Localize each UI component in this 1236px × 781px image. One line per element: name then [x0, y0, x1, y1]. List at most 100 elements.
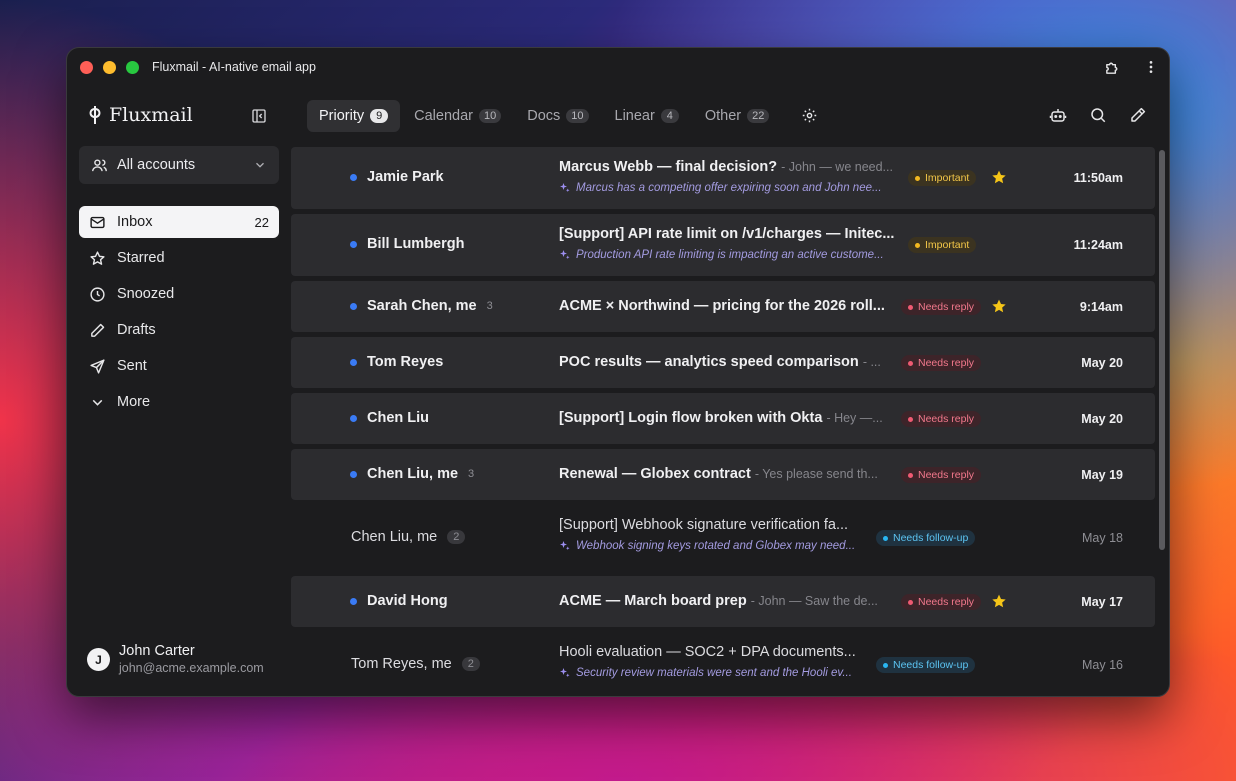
email-sender: Chen Liu, me 3 — [367, 466, 474, 482]
email-row[interactable]: Chen Liu, me 2 [Support] Webhook signature… — [291, 505, 1155, 571]
tab-count-badge: 10 — [566, 109, 589, 123]
chevron-down-icon — [89, 394, 106, 411]
window-title: Fluxmail - AI-native email app — [152, 60, 316, 74]
email-date: 11:24am — [1073, 238, 1123, 252]
email-subject: Marcus Webb — final decision? — [559, 159, 778, 175]
account-switcher-label: All accounts — [117, 157, 196, 173]
email-row[interactable]: Tom Reyes POC results — analytics speed c… — [291, 337, 1155, 388]
kebab-menu-icon[interactable] — [1142, 58, 1160, 76]
tab-docs[interactable]: Docs 10 — [515, 100, 600, 132]
email-subject: ACME × Northwind — pricing for the 2026 … — [559, 298, 885, 314]
email-date: May 18 — [1082, 531, 1123, 545]
sidebar-item-starred[interactable]: Starred — [79, 242, 279, 274]
status-dot — [883, 535, 888, 541]
fluxmail-logo-icon — [89, 106, 101, 124]
unread-dot — [350, 303, 357, 310]
tab-linear[interactable]: Linear 4 — [603, 100, 691, 132]
account-switcher[interactable]: All accounts — [79, 146, 279, 184]
tab-count-badge: 9 — [370, 109, 389, 123]
sender-name: Bill Lumbergh — [367, 236, 465, 252]
email-row[interactable]: Chen Liu [Support] Login flow broken with… — [291, 393, 1155, 444]
sender-name: Chen Liu, me — [367, 466, 459, 482]
mail-folders-nav: Inbox 22 Starred Snoozed Drafts Sent More — [79, 206, 279, 422]
sidebar-item-snoozed[interactable]: Snoozed — [79, 278, 279, 310]
thread-count: 2 — [461, 657, 480, 671]
email-sender: Chen Liu — [367, 410, 429, 426]
email-snippet: - Hey —... — [826, 411, 883, 425]
email-sender: Tom Reyes — [367, 354, 443, 370]
status-dot — [908, 416, 913, 422]
status-badge: Needs reply — [901, 594, 982, 610]
header-actions — [1049, 106, 1147, 124]
ai-summary: Marcus has a competing offer expiring so… — [559, 182, 896, 194]
star-icon — [89, 250, 106, 267]
sidebar-item-drafts[interactable]: Drafts — [79, 314, 279, 346]
tab-other[interactable]: Other 22 — [693, 100, 782, 132]
email-row[interactable]: Chen Liu, me 3 Renewal — Globex contract -… — [291, 449, 1155, 500]
sidebar-item-sent[interactable]: Sent — [79, 350, 279, 382]
maximize-window-button[interactable] — [126, 61, 139, 74]
email-snippet: - John — Saw the de... — [750, 594, 878, 608]
sender-name: David Hong — [367, 593, 448, 609]
tab-calendar[interactable]: Calendar 10 — [402, 100, 513, 132]
unread-dot — [350, 598, 357, 605]
minimize-window-button[interactable] — [103, 61, 116, 74]
tab-label: Linear — [614, 108, 655, 124]
close-window-button[interactable] — [80, 61, 93, 74]
tab-label: Priority — [319, 108, 365, 124]
email-subject: [Support] Login flow broken with Okta — [559, 410, 823, 426]
gear-icon[interactable] — [801, 107, 819, 125]
status-dot — [908, 472, 913, 478]
tab-priority[interactable]: Priority 9 — [307, 100, 401, 132]
email-snippet: - Yes please send th... — [754, 467, 878, 481]
status-dot — [883, 662, 888, 668]
sparkle-icon — [559, 182, 571, 194]
email-snippet: - John — we need... — [781, 160, 893, 174]
status-label: Needs reply — [918, 357, 975, 369]
ai-summary: Webhook signing keys rotated and Globex … — [559, 540, 864, 552]
starred-icon[interactable] — [991, 298, 1007, 314]
email-row[interactable]: Bill Lumbergh [Support] API rate limit on… — [291, 214, 1155, 276]
sender-name: Tom Reyes — [367, 354, 444, 370]
email-subject-line: [Support] API rate limit on /v1/charges … — [559, 226, 896, 242]
email-row[interactable]: Sarah Chen, me 3 ACME × Northwind — pricin… — [291, 281, 1155, 332]
email-date: May 19 — [1081, 468, 1123, 482]
unread-count: 22 — [254, 214, 269, 230]
thread-count: 2 — [447, 530, 466, 544]
email-subject: [Support] API rate limit on /v1/charges … — [559, 226, 895, 242]
user-email: john@acme.example.com — [119, 661, 264, 675]
clock-icon — [89, 286, 106, 303]
extensions-icon[interactable] — [1103, 58, 1121, 76]
user-profile[interactable]: J John Carter john@acme.example.com — [87, 643, 264, 676]
sidebar-item-label: Sent — [117, 358, 147, 374]
unread-dot — [350, 359, 357, 366]
sidebar-toggle-icon[interactable] — [251, 108, 269, 126]
ai-summary: Production API rate limiting is impactin… — [559, 249, 896, 261]
starred-icon[interactable] — [991, 593, 1007, 609]
email-list: Jamie Park Marcus Webb — final decision? … — [291, 147, 1157, 696]
email-list-scrollbar[interactable] — [1159, 150, 1165, 550]
email-row[interactable]: Tom Reyes, me 2 Hooli evaluation — SOC2 + … — [291, 632, 1155, 696]
sidebar-item-more[interactable]: More — [79, 386, 279, 418]
titlebar: Fluxmail - AI-native email app — [67, 48, 1169, 86]
sidebar-item-label: Drafts — [117, 322, 156, 338]
status-badge: Needs reply — [901, 467, 982, 483]
ai-assistant-icon[interactable] — [1049, 106, 1067, 124]
email-date: May 16 — [1082, 658, 1123, 672]
status-label: Needs reply — [918, 469, 975, 481]
sidebar-item-label: Starred — [117, 250, 165, 266]
sparkle-icon — [559, 667, 571, 679]
email-subject-line: Hooli evaluation — SOC2 + DPA documents.… — [559, 644, 864, 660]
unread-dot — [350, 174, 357, 181]
compose-icon[interactable] — [1129, 106, 1147, 124]
sidebar-item-inbox[interactable]: Inbox 22 — [79, 206, 279, 238]
email-row[interactable]: David Hong ACME — March board prep - John… — [291, 576, 1155, 627]
status-dot — [908, 599, 913, 605]
pencil-icon — [89, 322, 106, 339]
email-date: 11:50am — [1073, 171, 1123, 185]
search-icon[interactable] — [1089, 106, 1107, 124]
starred-icon[interactable] — [991, 169, 1007, 185]
email-row[interactable]: Jamie Park Marcus Webb — final decision? … — [291, 147, 1155, 209]
email-sender: Sarah Chen, me 3 — [367, 298, 493, 314]
thread-count: 3 — [486, 300, 493, 312]
